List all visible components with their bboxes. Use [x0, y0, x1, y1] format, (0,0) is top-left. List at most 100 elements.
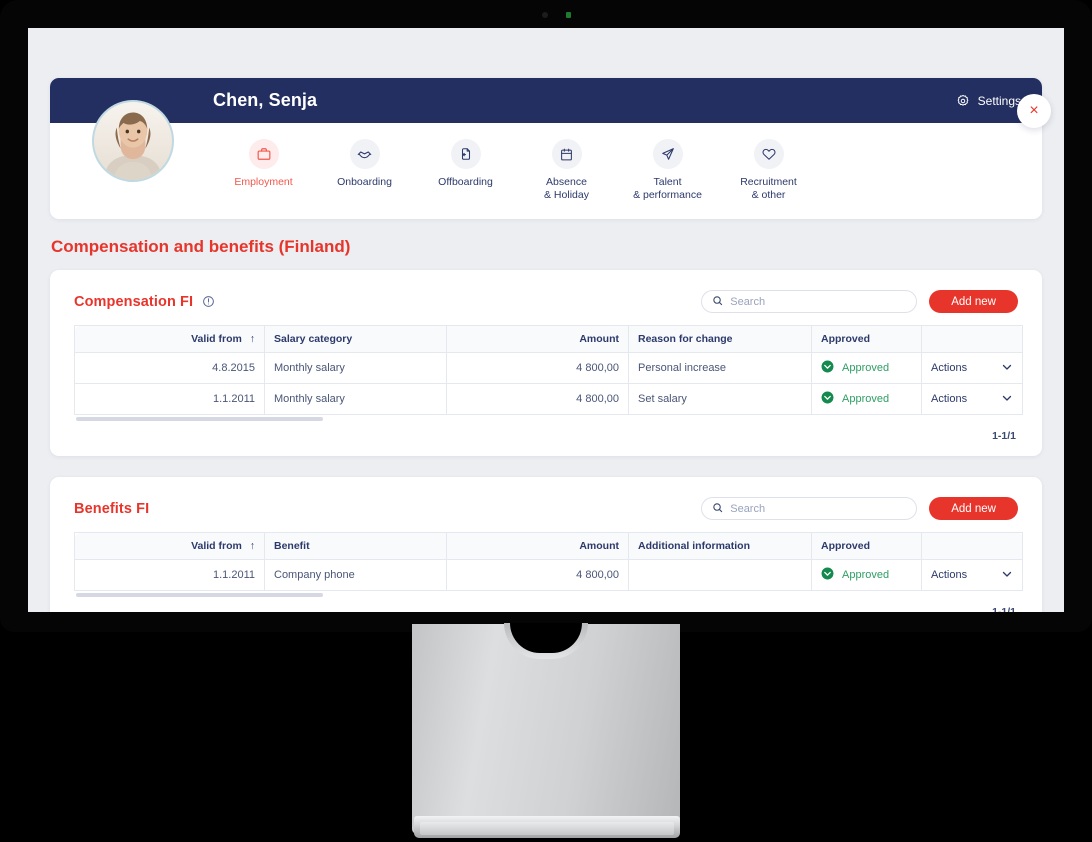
calendar-icon [551, 139, 582, 169]
approved-status-icon [821, 567, 834, 583]
compensation-card-header: Compensation FI Search Add new [74, 290, 1018, 313]
cell-benefit: Company phone [264, 559, 447, 591]
heart-icon [753, 139, 784, 169]
cell-reason: Set salary [628, 383, 812, 415]
sort-ascending-icon: ↑ [249, 333, 255, 345]
document-exit-icon [450, 139, 481, 169]
search-icon [712, 293, 723, 311]
sort-ascending-icon: ↑ [249, 540, 255, 552]
benefits-table-header-row: Valid from ↑ Benefit Amount Additional i… [74, 532, 1023, 560]
benefits-table: Valid from ↑ Benefit Amount Additional i… [74, 532, 1023, 591]
chevron-down-icon [1001, 361, 1013, 376]
benefits-card-header: Benefits FI Add new [74, 497, 1018, 520]
cell-amount: 4 800,00 [446, 559, 629, 591]
compensation-title: Compensation FI [74, 293, 194, 310]
tab-offboarding[interactable]: Offboarding [415, 139, 516, 189]
compensation-card: Compensation FI Search Add new Valid fro… [50, 270, 1042, 456]
benefits-title: Benefits FI [74, 500, 150, 517]
tab-employment[interactable]: Employment [213, 139, 314, 189]
compensation-table-header-row: Valid from ↑ Salary category Amount Reas… [74, 325, 1023, 353]
tab-recruitment-other[interactable]: Recruitment & other [718, 139, 819, 202]
cell-reason: Personal increase [628, 352, 812, 384]
avatar [92, 100, 174, 182]
column-header-valid-from[interactable]: Valid from ↑ [74, 325, 265, 353]
tab-onboarding-label: Onboarding [337, 176, 392, 188]
status-badge: Approved [842, 393, 890, 405]
actions-label: Actions [931, 393, 968, 405]
tab-talent-performance[interactable]: Talent & performance [617, 139, 718, 202]
actions-label: Actions [931, 362, 968, 374]
column-header-valid-from[interactable]: Valid from ↑ [74, 532, 265, 560]
cell-approved: Approved [811, 352, 922, 384]
settings-link[interactable]: Settings [956, 94, 1021, 108]
column-header-reason-for-change[interactable]: Reason for change [628, 325, 812, 353]
compensation-add-new-button[interactable]: Add new [929, 290, 1018, 313]
tab-talent-performance-label: Talent & performance [633, 176, 702, 201]
cell-valid-from: 1.1.2011 [74, 383, 265, 415]
cell-valid-from: 1.1.2011 [74, 559, 265, 591]
paper-plane-icon [652, 139, 683, 169]
close-icon: × [1029, 102, 1039, 119]
column-label: Valid from [191, 333, 242, 345]
compensation-pagination: 1-1/1 [992, 430, 1016, 442]
status-badge: Approved [842, 569, 890, 581]
monitor-stand-neck [412, 623, 680, 834]
benefits-add-new-button[interactable]: Add new [929, 497, 1018, 520]
column-header-approved[interactable]: Approved [811, 532, 922, 560]
table-row[interactable]: 1.1.2011 Monthly salary 4 800,00 Set sal… [74, 383, 1023, 415]
handshake-icon [349, 139, 380, 169]
tab-onboarding[interactable]: Onboarding [314, 139, 415, 189]
monitor-screen: × Chen, Senja Settings Employment Onboar… [28, 28, 1064, 612]
column-header-amount[interactable]: Amount [446, 532, 629, 560]
column-header-actions [921, 325, 1023, 353]
status-badge: Approved [842, 362, 890, 374]
cell-additional-information [628, 559, 812, 591]
column-header-approved[interactable]: Approved [811, 325, 922, 353]
camera-led-indicator [566, 12, 571, 18]
monitor-device: × Chen, Senja Settings Employment Onboar… [0, 0, 1092, 842]
actions-label: Actions [931, 569, 968, 581]
compensation-toolbar: Add new [701, 290, 1018, 313]
cell-amount: 4 800,00 [446, 352, 629, 384]
briefcase-icon [248, 139, 279, 169]
column-header-benefit[interactable]: Benefit [264, 532, 447, 560]
employee-profile-card: Chen, Senja Settings Employment Onboardi… [50, 78, 1042, 219]
benefits-search-box[interactable] [701, 497, 918, 520]
cell-salary-category: Monthly salary [264, 352, 447, 384]
approved-status-icon [821, 391, 834, 407]
benefits-search-input[interactable] [730, 502, 907, 515]
tab-offboarding-label: Offboarding [438, 176, 493, 188]
cell-actions[interactable]: Actions [921, 383, 1023, 415]
tab-recruitment-other-label: Recruitment & other [740, 176, 797, 201]
table-row[interactable]: 1.1.2011 Company phone 4 800,00 Approved [74, 559, 1023, 591]
cell-valid-from: 4.8.2015 [74, 352, 265, 384]
column-label: Valid from [191, 540, 242, 552]
compensation-search-input[interactable] [730, 295, 907, 308]
monitor-stand-base-inner [420, 822, 674, 835]
cell-salary-category: Monthly salary [264, 383, 447, 415]
compensation-table: Valid from ↑ Salary category Amount Reas… [74, 325, 1023, 415]
settings-label: Settings [977, 93, 1021, 108]
column-header-salary-category[interactable]: Salary category [264, 325, 447, 353]
cell-actions[interactable]: Actions [921, 352, 1023, 384]
cell-actions[interactable]: Actions [921, 559, 1023, 591]
page-title: Chen, Senja [213, 90, 318, 110]
info-icon[interactable] [202, 295, 215, 308]
cell-approved: Approved [811, 559, 922, 591]
tab-employment-label: Employment [234, 176, 293, 188]
profile-header-bar: Chen, Senja Settings [50, 78, 1042, 123]
employee-tab-bar: Employment Onboarding Offboarding Absenc… [50, 123, 1042, 219]
tab-absence-holiday[interactable]: Absence & Holiday [516, 139, 617, 202]
gear-icon [956, 94, 970, 108]
cell-amount: 4 800,00 [446, 383, 629, 415]
column-header-actions [921, 532, 1023, 560]
camera-icon [542, 12, 548, 18]
cell-approved: Approved [811, 383, 922, 415]
column-header-amount[interactable]: Amount [446, 325, 629, 353]
column-header-additional-information[interactable]: Additional information [628, 532, 812, 560]
table-row[interactable]: 4.8.2015 Monthly salary 4 800,00 Persona… [74, 352, 1023, 384]
benefits-pagination: 1-1/1 [992, 606, 1016, 612]
close-button[interactable]: × [1017, 94, 1051, 128]
compensation-search-box[interactable] [701, 290, 918, 313]
benefits-card: Benefits FI Add new [50, 477, 1042, 612]
